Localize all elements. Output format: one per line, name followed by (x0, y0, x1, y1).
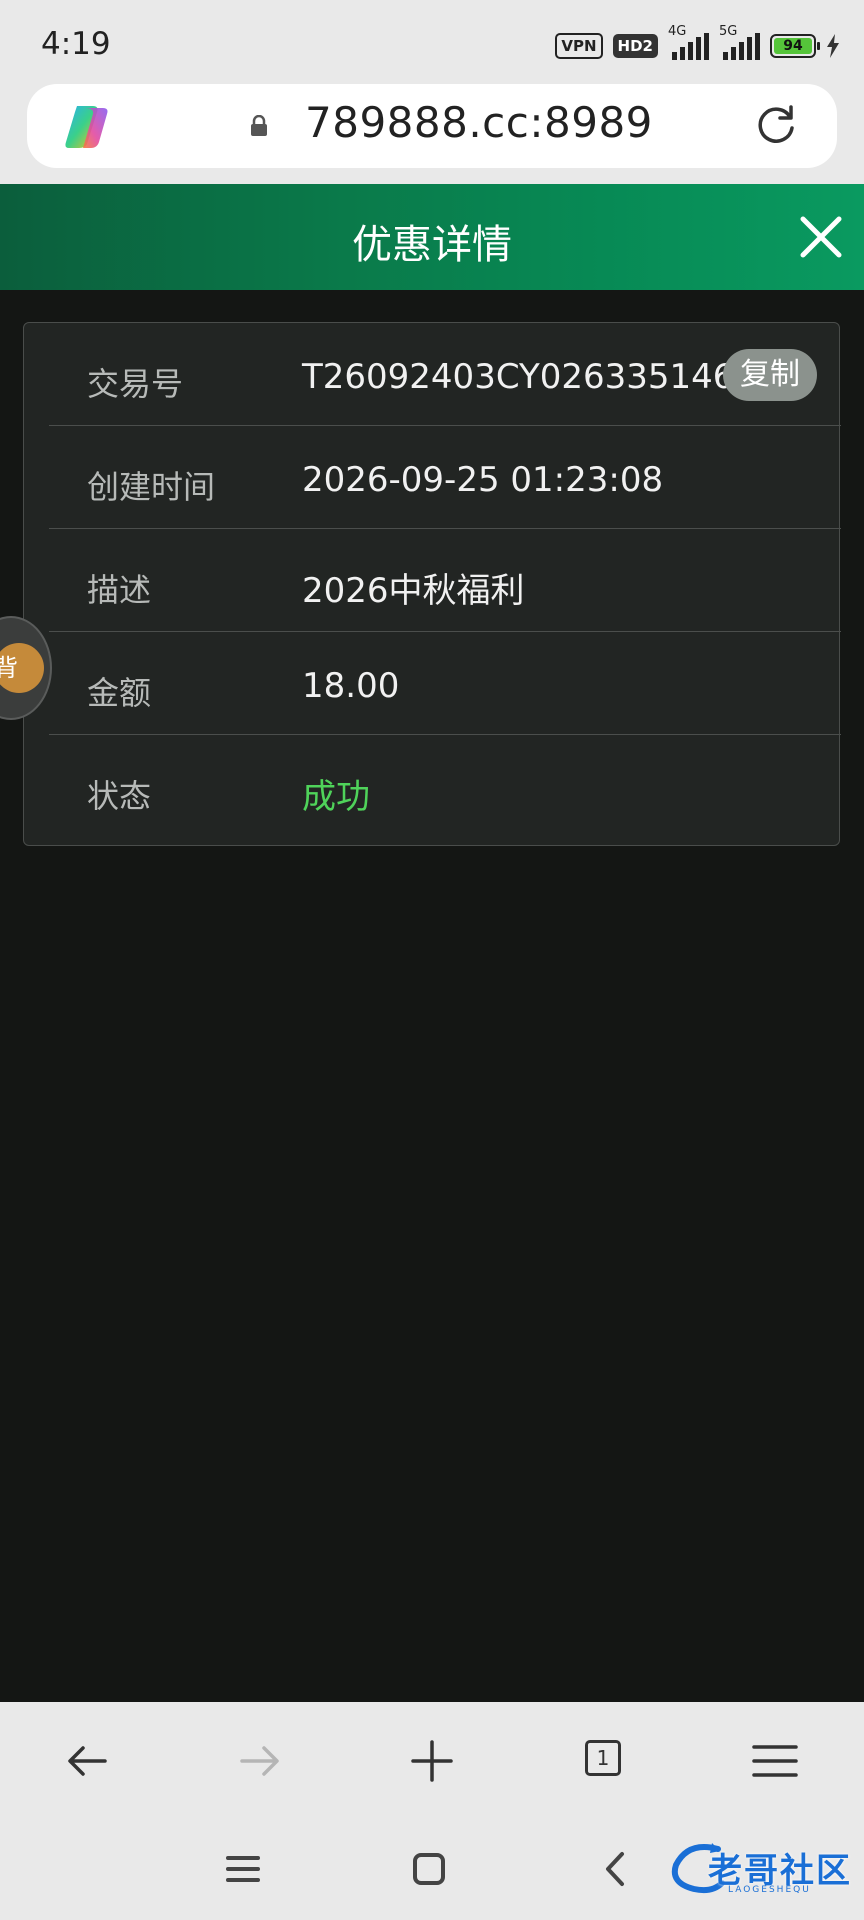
back-nav-icon[interactable] (596, 1849, 636, 1889)
browser-toolbar: 1 (0, 1702, 864, 1815)
detail-label: 描述 (87, 571, 152, 609)
system-nav-bar: 老哥社区 LAOGESHEQU (0, 1815, 864, 1920)
recents-menu-icon[interactable] (223, 1849, 263, 1889)
status-time: 4:19 (41, 26, 111, 62)
signal-4g-label: 4G (668, 24, 687, 39)
close-icon[interactable] (800, 216, 842, 258)
copilot-logo-icon[interactable] (63, 104, 111, 150)
copy-button[interactable]: 复制 (723, 349, 817, 401)
detail-row-transaction-id: 交易号 T26092403CY026335146 复制 (49, 323, 841, 426)
tabs-count-button[interactable]: 1 (585, 1740, 621, 1776)
status-bar: 4:19 VPN HD2 4G 5G 94 (0, 0, 864, 84)
status-icons: VPN HD2 4G 5G 94 (555, 24, 840, 64)
detail-row-amount: 金额 18.00 (49, 632, 841, 735)
vpn-icon: VPN (555, 33, 603, 59)
menu-icon[interactable] (752, 1738, 798, 1784)
reload-icon[interactable] (753, 102, 799, 148)
detail-row-status: 状态 成功 (49, 735, 841, 838)
detail-label: 金额 (87, 674, 152, 712)
home-icon[interactable] (409, 1849, 449, 1889)
detail-value: 2026中秋福利 (302, 571, 525, 611)
hd-icon: HD2 (612, 34, 658, 58)
watermark-logo: 老哥社区 LAOGESHEQU (668, 1839, 854, 1899)
detail-row-created-time: 创建时间 2026-09-25 01:23:08 (49, 426, 841, 529)
url-text[interactable]: 789888.cc:8989 (305, 98, 653, 147)
detail-value: T26092403CY026335146 (302, 357, 735, 397)
detail-label: 创建时间 (87, 468, 216, 506)
new-tab-plus-icon[interactable] (409, 1738, 455, 1784)
signal-5g-label: 5G (719, 24, 738, 39)
detail-row-description: 描述 2026中秋福利 (49, 529, 841, 632)
detail-label: 交易号 (87, 365, 184, 403)
lock-icon (251, 115, 267, 136)
status-value: 成功 (302, 777, 370, 817)
detail-label: 状态 (87, 777, 152, 815)
signal-5g-icon: 5G (719, 24, 760, 60)
back-arrow-icon[interactable] (65, 1738, 111, 1784)
page-title: 优惠详情 (352, 222, 512, 268)
browser-address-area: 789888.cc:8989 (0, 84, 864, 184)
battery-icon: 94 (770, 34, 820, 58)
charging-icon (827, 34, 839, 58)
details-card: 交易号 T26092403CY026335146 复制 创建时间 2026-09… (23, 322, 841, 846)
battery-level: 94 (774, 38, 812, 54)
bubble-glyph: 背 (0, 643, 44, 693)
address-bar[interactable]: 789888.cc:8989 (27, 84, 837, 168)
detail-value: 2026-09-25 01:23:08 (302, 460, 664, 500)
watermark-subtext: LAOGESHEQU (728, 1885, 811, 1895)
forward-arrow-icon[interactable] (236, 1738, 282, 1784)
page-header: 优惠详情 (0, 184, 864, 290)
detail-value: 18.00 (302, 666, 400, 706)
signal-4g-icon: 4G (668, 24, 709, 60)
